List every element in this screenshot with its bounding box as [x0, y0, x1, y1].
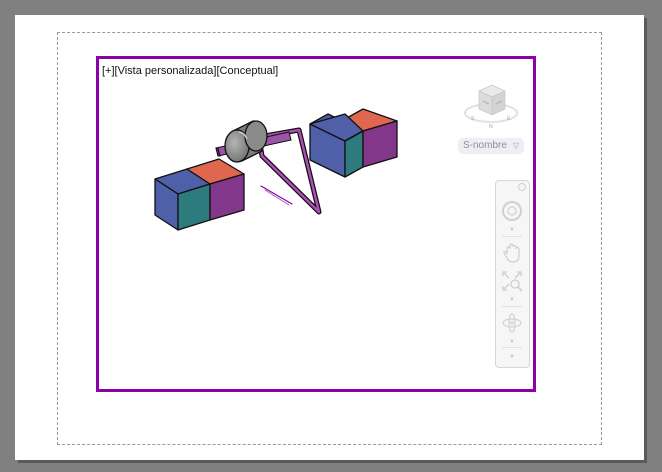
chevron-down-icon: ▽	[512, 141, 519, 150]
chevron-down-icon[interactable]: ▼	[509, 339, 515, 345]
view-menu[interactable]: [Vista personalizada]	[115, 65, 217, 77]
divider	[502, 236, 522, 237]
customize-menu-icon[interactable]: ▼	[509, 354, 515, 360]
visual-style-menu[interactable]: [Conceptual]	[216, 65, 278, 77]
close-icon[interactable]	[518, 183, 526, 191]
viewport-controls-menu[interactable]: [+]	[102, 65, 115, 77]
cube-block-left[interactable]	[154, 158, 245, 231]
chevron-down-icon[interactable]: ▼	[509, 297, 515, 303]
zoom-extents-icon[interactable]	[500, 269, 524, 293]
viewcube-icon[interactable]: S E N	[459, 77, 523, 130]
divider	[502, 347, 522, 348]
navigation-bar[interactable]: ▼ ▼ ▼ ▼	[495, 180, 530, 368]
svg-text:N: N	[489, 124, 493, 129]
divider	[502, 306, 522, 307]
ucs-menu[interactable]: S-nombre ▽	[458, 138, 524, 154]
ucs-menu-label: S-nombre	[463, 140, 507, 151]
orbit-icon[interactable]	[500, 311, 524, 335]
layout-viewport[interactable]: [+] [Vista personalizada] [Conceptual] S…	[96, 56, 536, 392]
chevron-down-icon[interactable]: ▼	[509, 227, 515, 233]
pan-icon[interactable]	[500, 241, 524, 265]
cube-block-right[interactable]	[309, 108, 398, 178]
viewport-label[interactable]: [+] [Vista personalizada] [Conceptual]	[102, 65, 278, 77]
steering-wheel-icon[interactable]	[500, 199, 524, 223]
